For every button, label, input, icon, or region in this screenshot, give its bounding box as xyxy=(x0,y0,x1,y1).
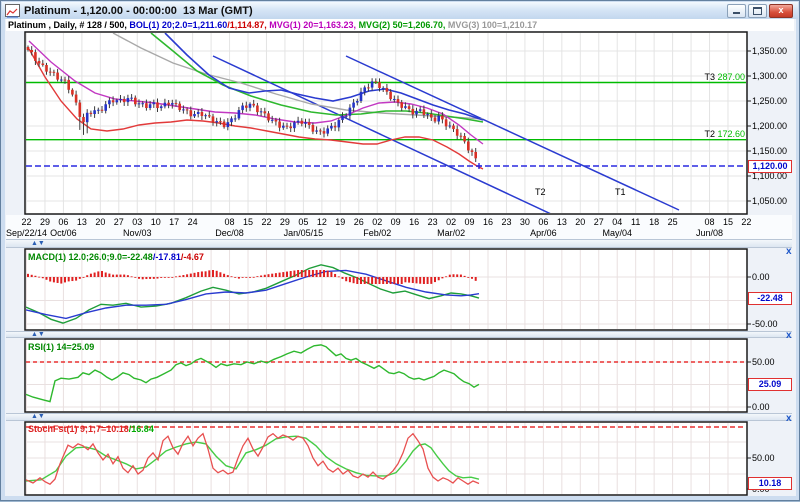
x-axis-tick-label: 02 xyxy=(446,217,456,227)
x-axis-tick-label: 22 xyxy=(21,217,31,227)
month-label: Mar/02 xyxy=(437,228,465,238)
month-label: May/04 xyxy=(602,228,632,238)
month-label: Sep/22/14 xyxy=(6,228,47,238)
panel-resize-arrows[interactable]: ▲▼ xyxy=(31,413,45,421)
macd-value-box: -22.48 xyxy=(748,292,792,305)
y-axis-label: 1,300.00 xyxy=(752,71,787,81)
x-axis-tick-label: 23 xyxy=(428,217,438,227)
y-axis-label: 1,250.00 xyxy=(752,96,787,106)
x-axis-tick-label: 17 xyxy=(169,217,179,227)
x-axis-tick-label: 18 xyxy=(649,217,659,227)
month-label: Jun/08 xyxy=(696,228,723,238)
x-axis-tick-label: 06 xyxy=(538,217,548,227)
x-axis-tick-label: 16 xyxy=(409,217,419,227)
level-label: T2 172.60 xyxy=(695,129,745,139)
y-axis-label: 1,050.00 xyxy=(752,196,787,206)
x-axis-tick-label: 22 xyxy=(261,217,271,227)
x-axis-tick-label: 06 xyxy=(58,217,68,227)
x-axis-tick-label: 20 xyxy=(95,217,105,227)
x-axis-tick-label: 25 xyxy=(668,217,678,227)
month-label: Feb/02 xyxy=(363,228,391,238)
x-axis-tick-label: 16 xyxy=(483,217,493,227)
level-label: T3 287.00 xyxy=(695,72,745,82)
x-axis-tick-label: 09 xyxy=(465,217,475,227)
x-axis-tick-label: 11 xyxy=(631,217,640,227)
y-axis-label: 1,200.00 xyxy=(752,121,787,131)
x-axis-tick-label: 23 xyxy=(501,217,511,227)
close-stoch-panel-button[interactable]: x xyxy=(786,414,792,424)
x-axis-tick-label: 05 xyxy=(298,217,308,227)
panel-resize-arrows[interactable]: ▲▼ xyxy=(31,240,45,248)
x-axis-tick-label: 10 xyxy=(151,217,161,227)
x-axis-tick-label: 13 xyxy=(77,217,87,227)
x-axis-tick-label: 19 xyxy=(335,217,345,227)
x-axis-tick-label: 20 xyxy=(575,217,585,227)
y-axis-label: 50.00 xyxy=(752,453,775,463)
month-label: Oct/06 xyxy=(50,228,77,238)
macd-legend: MACD(1) 12.0;26.0;9.0=-22.48/-17.81/-4.6… xyxy=(28,252,204,262)
month-label: Apr/06 xyxy=(530,228,557,238)
rsi-legend: RSI(1) 14=25.09 xyxy=(28,342,94,352)
month-label: Jan/05/15 xyxy=(284,228,324,238)
x-axis-tick-label: 27 xyxy=(114,217,124,227)
month-label: Nov/03 xyxy=(123,228,152,238)
x-axis-tick-label: 29 xyxy=(40,217,50,227)
x-axis-tick-label: 03 xyxy=(132,217,142,227)
trend-label-T2: T2 xyxy=(535,187,546,197)
stoch-legend: StochFst(1) 9;1;7=10.18/16.84 xyxy=(28,424,154,434)
close-macd-panel-button[interactable]: x xyxy=(786,247,792,257)
y-axis-label: 1,150.00 xyxy=(752,146,787,156)
close-rsi-panel-button[interactable]: x xyxy=(786,331,792,341)
x-axis-tick-label: 15 xyxy=(723,217,733,227)
x-axis-tick-label: 02 xyxy=(372,217,382,227)
x-axis-tick-label: 29 xyxy=(280,217,290,227)
x-axis-tick-label: 15 xyxy=(243,217,253,227)
x-axis-tick-label: 12 xyxy=(317,217,327,227)
month-label: Dec/08 xyxy=(215,228,244,238)
x-axis-tick-label: 09 xyxy=(391,217,401,227)
y-axis-label: -50.00 xyxy=(752,319,778,329)
y-axis-label: 1,350.00 xyxy=(752,46,787,56)
y-axis-label: 0.00 xyxy=(752,402,770,412)
x-axis-tick-label: 24 xyxy=(188,217,198,227)
x-axis-tick-label: 04 xyxy=(612,217,622,227)
labels-overlay: 1,350.00 1,300.00 1,250.00 1,200.00 1,150.00… xyxy=(1,1,800,502)
x-axis-tick-label: 08 xyxy=(705,217,715,227)
chart-window: Platinum - 1,120.00 - 00:00:00 13 Mar (G… xyxy=(0,0,800,501)
x-axis-tick-label: 27 xyxy=(594,217,604,227)
y-axis-label: 0.00 xyxy=(752,272,770,282)
stoch-value-box: 10.18 xyxy=(748,477,792,490)
trend-label-T1: T1 xyxy=(615,187,626,197)
rsi-value-box: 25.09 xyxy=(748,378,792,391)
y-axis-label: 50.00 xyxy=(752,357,775,367)
panel-resize-arrows[interactable]: ▲▼ xyxy=(31,331,45,339)
x-axis-tick-label: 08 xyxy=(225,217,235,227)
x-axis-tick-label: 26 xyxy=(354,217,364,227)
last-price-box: 1,120.00 xyxy=(748,160,792,173)
x-axis-tick-label: 22 xyxy=(741,217,751,227)
x-axis-tick-label: 13 xyxy=(557,217,567,227)
x-axis-tick-label: 30 xyxy=(520,217,530,227)
